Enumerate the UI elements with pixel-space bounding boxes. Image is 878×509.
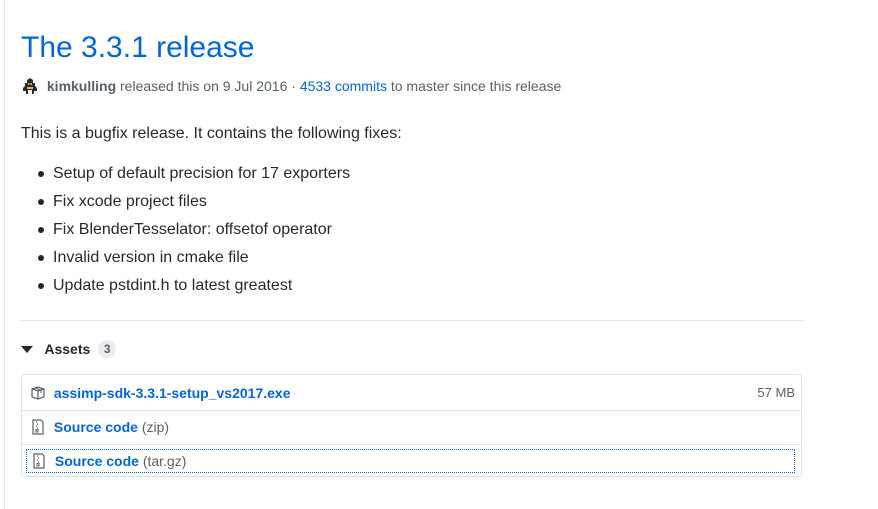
caret-down-icon (21, 346, 33, 353)
asset-link-targz[interactable]: Source code (55, 453, 139, 469)
list-item: Fix BlenderTesselator: offsetof operator (21, 216, 350, 244)
timeline-rule (4, 0, 5, 509)
section-divider (21, 320, 804, 321)
avatar[interactable] (21, 77, 39, 95)
author-link[interactable]: kimkulling (47, 78, 116, 94)
file-zip-icon (33, 453, 45, 469)
release-description: This is a bugfix release. It contains th… (21, 125, 402, 142)
released-text: released this on (120, 78, 219, 94)
release-date: 9 Jul 2016 (222, 78, 288, 94)
assets-list: assimp-sdk-3.3.1-setup_vs2017.exe 57 MB … (21, 374, 802, 477)
asset-link-zip[interactable]: Source code (54, 419, 138, 435)
commits-suffix: to master since this release (390, 78, 562, 94)
assets-label: Assets (44, 341, 91, 357)
asset-format-targz: (tar.gz) (142, 453, 187, 469)
asset-size: 57 MB (757, 385, 795, 400)
asset-link-exe[interactable]: assimp-sdk-3.3.1-setup_vs2017.exe (54, 385, 291, 401)
fix-list: Setup of default precision for 17 export… (21, 160, 350, 300)
release-title[interactable]: The 3.3.1 release (21, 30, 254, 66)
list-item: Update pstdint.h to latest greatest (21, 272, 350, 300)
asset-row-exe[interactable]: assimp-sdk-3.3.1-setup_vs2017.exe 57 MB (30, 381, 795, 405)
commits-link[interactable]: 4533 commits (300, 78, 387, 94)
asset-divider (22, 444, 801, 445)
list-item: Fix xcode project files (21, 188, 350, 216)
assets-count-badge: 3 (98, 340, 117, 358)
assets-toggle[interactable]: Assets 3 (21, 338, 117, 360)
asset-row-zip[interactable]: Source code (zip) (30, 415, 795, 439)
file-zip-icon (32, 419, 44, 435)
list-item: Setup of default precision for 17 export… (21, 160, 350, 188)
asset-divider (22, 410, 801, 411)
asset-row-targz[interactable]: Source code (tar.gz) (26, 449, 795, 473)
release-meta: kimkulling released this on 9 Jul 2016 ·… (21, 76, 561, 96)
asset-format-zip: (zip) (141, 419, 170, 435)
package-icon (31, 386, 45, 400)
meta-separator: · (291, 78, 296, 94)
list-item: Invalid version in cmake file (21, 244, 350, 272)
